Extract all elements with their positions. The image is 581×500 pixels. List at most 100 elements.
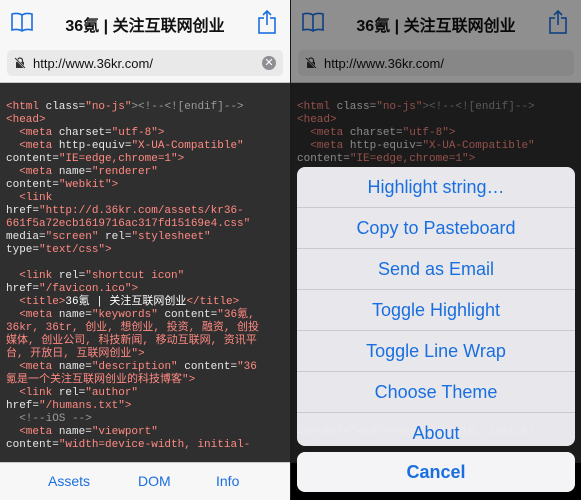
code-token: "X-UA-Compatible" (131, 140, 244, 152)
code-line: <html class="no-js"><!--<![endif]--> (6, 101, 284, 114)
code-line: 36kr, 36tr, 创业, 想创业, 投资, 融资, 创投 (6, 322, 284, 335)
tab-info[interactable]: Info (216, 473, 239, 489)
about-button[interactable]: About (297, 412, 575, 446)
tab-assets[interactable]: Assets (48, 473, 90, 489)
tab-bar: Assets DOM Info (0, 462, 290, 500)
code-token: > (124, 400, 132, 412)
code-token: "IE=edge,chrome=1" (58, 153, 178, 165)
code-token: type= (6, 244, 40, 256)
left-screen: 36氪 | 关注互联网创业 ✕ <html class="no-js"><!--… (0, 0, 290, 500)
code-token: href= (6, 400, 40, 412)
code-token: 661f5a72ecb1619716ac317fd15169e4.css" (6, 218, 251, 230)
code-token: "description" (91, 361, 178, 373)
code-token: > (131, 283, 139, 295)
code-token: <title> (6, 296, 66, 308)
code-token: <!--iOS --> (6, 413, 92, 425)
code-token: <meta (6, 127, 59, 139)
copy-to-pasteboard-button[interactable]: Copy to Pasteboard (297, 207, 575, 248)
code-token: charset= (58, 127, 112, 139)
code-line: <meta charset="utf-8"> (6, 127, 284, 140)
code-token: content= (6, 179, 59, 191)
code-token: href= (6, 283, 40, 295)
code-token: rel= (98, 231, 132, 243)
code-token: content= (177, 361, 238, 373)
code-token: content= (6, 439, 59, 451)
code-line: href="http://d.36kr.com/assets/kr36- (6, 205, 284, 218)
code-line: <link rel="shortcut icon" (6, 270, 284, 283)
code-token: > (157, 127, 165, 139)
code-token: "stylesheet" (131, 231, 211, 243)
code-token: "shortcut icon" (85, 270, 185, 282)
choose-theme-button[interactable]: Choose Theme (297, 371, 575, 412)
action-sheet: Highlight string… Copy to Pasteboard Sen… (297, 167, 575, 446)
code-line: <link rel="author" (6, 387, 284, 400)
page-title: 36氪 | 关注互联网创业 (65, 18, 225, 35)
share-icon[interactable] (256, 9, 278, 35)
code-token: "screen" (45, 231, 99, 243)
code-token: "width=device-width, initial- (58, 439, 251, 451)
code-token: > (188, 374, 196, 386)
code-token: <head> (6, 114, 46, 126)
code-line: <link (6, 192, 284, 205)
code-line: 661f5a72ecb1619716ac317fd15169e4.css" (6, 218, 284, 231)
code-token: "webkit" (58, 179, 112, 191)
code-token: class= (45, 101, 86, 113)
code-line: content="width=device-width, initial- (6, 439, 284, 452)
code-token: > (105, 244, 112, 256)
code-token: <html (6, 101, 46, 113)
code-token: <link (6, 270, 59, 282)
code-token: <meta (6, 361, 59, 373)
code-token: <link (6, 387, 59, 399)
code-token: content= (6, 153, 59, 165)
code-token: 氪是一个关注互联网创业的科技博客" (6, 374, 189, 386)
highlight-string-button[interactable]: Highlight string… (297, 167, 575, 207)
code-line: 媒体, 创业公司, 科技新闻, 移动互联网, 资讯平 (6, 335, 284, 348)
code-token: "keywords" (91, 309, 158, 321)
code-line: <meta name="keywords" content="36氪, (6, 309, 284, 322)
source-code-view[interactable]: <html class="no-js"><!--<![endif]--> <hea… (0, 83, 290, 463)
toggle-line-wrap-button[interactable]: Toggle Line Wrap (297, 330, 575, 371)
code-token: name= (58, 361, 92, 373)
code-token: > (177, 153, 185, 165)
code-token: content= (157, 309, 218, 321)
code-token: ><!--<![endif]--> (131, 101, 244, 113)
cancel-button[interactable]: Cancel (297, 452, 575, 492)
lock-slash-icon (14, 57, 26, 69)
url-bar: ✕ (0, 44, 290, 83)
code-token: media= (6, 231, 46, 243)
code-token: "renderer" (91, 166, 158, 178)
code-line: content="IE=edge,chrome=1"> (6, 153, 284, 166)
code-token: "utf-8" (111, 127, 158, 139)
url-field[interactable]: ✕ (7, 50, 283, 76)
code-token: "viewport" (91, 426, 158, 438)
clear-icon[interactable]: ✕ (262, 56, 276, 70)
source-code: <html class="no-js"><!--<![endif]--> <hea… (0, 83, 290, 452)
code-token: "no-js" (85, 101, 132, 113)
tab-dom[interactable]: DOM (138, 473, 171, 489)
code-line: media="screen" rel="stylesheet" (6, 231, 284, 244)
code-token: <meta (6, 166, 59, 178)
code-token: <meta (6, 426, 59, 438)
send-as-email-button[interactable]: Send as Email (297, 248, 575, 289)
code-line: <meta name="viewport" (6, 426, 284, 439)
navigation-bar: 36氪 | 关注互联网创业 (0, 0, 290, 44)
code-token: "36 (237, 361, 257, 373)
code-token: </title> (186, 296, 240, 308)
code-line: href="/humans.txt"> (6, 400, 284, 413)
code-token: "36氪, (217, 309, 255, 321)
code-token: 台, 开放日, 互联网创业" (6, 348, 139, 360)
url-input[interactable] (33, 50, 253, 76)
code-token: "/humans.txt" (39, 400, 125, 412)
code-line: <meta name="description" content="36 (6, 361, 284, 374)
code-token: name= (58, 166, 92, 178)
code-line: content="webkit"> (6, 179, 284, 192)
code-token: rel= (58, 387, 86, 399)
code-token: <meta (6, 309, 59, 321)
code-token: 媒体, 创业公司, 科技新闻, 移动互联网, 资讯平 (6, 335, 257, 347)
toggle-highlight-button[interactable]: Toggle Highlight (297, 289, 575, 330)
code-line: <meta name="renderer" (6, 166, 284, 179)
code-token: <link (6, 192, 53, 204)
code-line: <head> (6, 114, 284, 127)
code-token: name= (58, 426, 92, 438)
